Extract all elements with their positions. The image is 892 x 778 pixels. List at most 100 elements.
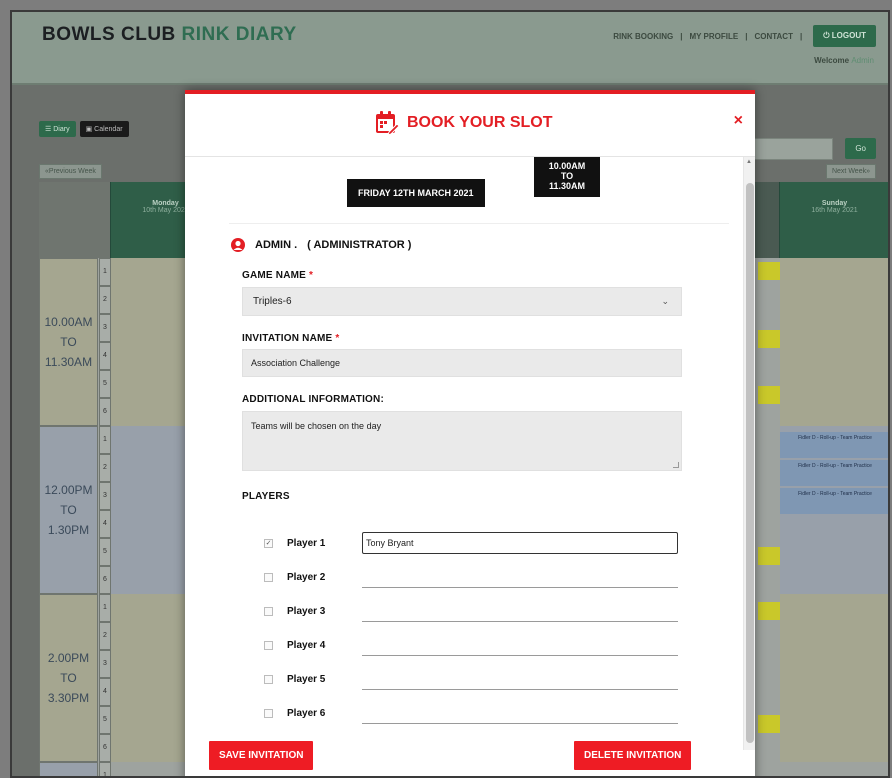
game-name-label-text: GAME NAME <box>242 270 307 281</box>
player-checkbox[interactable] <box>264 606 273 616</box>
scroll-up-icon[interactable]: ▲ <box>746 159 752 165</box>
calendar-view-button[interactable]: ▣ Calendar <box>79 121 129 137</box>
rink-number: 5 <box>99 370 111 398</box>
go-button[interactable]: Go <box>845 138 876 159</box>
player-row: ✓ Player 1 Tony Bryant <box>264 532 678 554</box>
list-icon: ☰ <box>45 126 54 133</box>
nav-contact[interactable]: CONTACT <box>754 32 793 41</box>
rink-number: 6 <box>99 398 111 426</box>
next-week-button[interactable]: Next Week» <box>825 164 876 179</box>
welcome-text: Welcome Admin <box>814 56 874 65</box>
player-label: Player 4 <box>287 639 326 651</box>
next-week-label: Next Week <box>831 168 867 175</box>
resize-handle-icon[interactable] <box>673 462 679 468</box>
player-label: Player 2 <box>287 571 326 583</box>
player-label: Player 6 <box>287 707 326 719</box>
top-nav: RINK BOOKING | MY PROFILE | CONTACT | ⏻ … <box>613 25 876 47</box>
player-checkbox[interactable] <box>264 674 273 684</box>
logout-label: LOGOUT <box>831 31 866 40</box>
rink-number: 4 <box>99 678 111 706</box>
close-icon[interactable]: × <box>734 112 743 130</box>
calendar-label: Calendar <box>94 126 123 133</box>
book-slot-modal: BOOK YOUR SLOT × ▲ 10.00AM TO 11.30AM FR… <box>185 90 755 776</box>
invitation-name-input[interactable]: Association Challenge <box>242 349 682 377</box>
welcome-prefix: Welcome <box>814 56 850 65</box>
date-badge: FRIDAY 12TH MARCH 2021 <box>347 179 485 207</box>
rink-number: 1 <box>99 762 111 776</box>
slot-start: 2.00PM <box>47 651 90 665</box>
nav-my-profile[interactable]: MY PROFILE <box>689 32 738 41</box>
logout-icon: ⏻ <box>823 31 832 40</box>
modal-title: BOOK YOUR SLOT <box>375 110 553 136</box>
booking-marker[interactable] <box>758 602 780 620</box>
player-input[interactable] <box>362 668 678 690</box>
logout-button[interactable]: ⏻ LOGOUT <box>813 25 876 47</box>
rink-number: 4 <box>99 510 111 538</box>
time-slot-4 <box>39 762 98 776</box>
player-checkbox[interactable] <box>264 572 273 582</box>
game-name-select[interactable]: Triples-6 ⌄ <box>242 287 682 316</box>
time-slot-1: 10.00AM TO 11.30AM <box>39 258 98 426</box>
player-input[interactable] <box>362 634 678 656</box>
site-logo[interactable]: BOWLS CLUB RINK DIARY <box>42 24 297 46</box>
rink-number: 3 <box>99 650 111 678</box>
rink-number: 6 <box>99 566 111 594</box>
booking-marker[interactable] <box>758 547 780 565</box>
rink-number: 2 <box>99 454 111 482</box>
player-checkbox[interactable] <box>264 708 273 718</box>
practice-booking[interactable]: Fidler D - Roll-up - Team Practice <box>780 460 888 486</box>
save-invitation-button[interactable]: SAVE INVITATION <box>209 741 314 770</box>
slot-end: 1.30PM <box>47 523 90 537</box>
player-input[interactable]: Tony Bryant <box>362 532 678 554</box>
slot-to: TO <box>60 671 77 685</box>
slot-end: 11.30AM <box>44 355 93 369</box>
previous-week-button[interactable]: «Previous Week <box>39 164 102 179</box>
player-row: Player 3 <box>264 601 678 622</box>
player-input[interactable] <box>362 600 678 622</box>
player-label: Player 3 <box>287 605 326 617</box>
player-label: Player 1 <box>287 537 326 549</box>
user-role: ( ADMINISTRATOR ) <box>307 239 412 251</box>
booking-marker[interactable] <box>758 715 780 733</box>
brand-main: BOWLS CLUB <box>42 24 176 45</box>
user-name: ADMIN . <box>255 239 298 251</box>
additional-info-value: Teams will be chosen on the day <box>251 421 382 431</box>
invitation-name-label-text: INVITATION NAME <box>242 333 333 344</box>
practice-booking[interactable]: Fidler D - Roll-up - Team Practice <box>780 432 888 458</box>
column-header-sunday: Sunday 16th May 2021 <box>780 182 888 258</box>
player-checkbox[interactable] <box>264 640 273 650</box>
players-label: PLAYERS <box>242 491 290 502</box>
booking-marker[interactable] <box>758 386 780 404</box>
player-checkbox[interactable]: ✓ <box>264 538 273 548</box>
player-row: Player 4 <box>264 635 678 656</box>
site-header: BOWLS CLUB RINK DIARY RINK BOOKING | MY … <box>12 12 888 85</box>
sunday-slot-cells[interactable] <box>780 594 888 762</box>
user-icon <box>231 238 245 252</box>
player-row: Player 2 <box>264 567 678 588</box>
rink-number: 4 <box>99 342 111 370</box>
sunday-slot-cells[interactable] <box>780 258 888 426</box>
diary-view-button[interactable]: ☰ Diary <box>39 121 76 137</box>
booking-marker[interactable] <box>758 330 780 348</box>
additional-info-textarea[interactable]: Teams will be chosen on the day <box>242 411 682 471</box>
player-input[interactable] <box>362 566 678 588</box>
player-input[interactable] <box>362 702 678 724</box>
rink-number: 3 <box>99 482 111 510</box>
modal-scrollbar[interactable]: ▲ <box>743 157 755 750</box>
modal-header: BOOK YOUR SLOT × <box>185 94 755 157</box>
rink-number: 2 <box>99 286 111 314</box>
modal-title-text: BOOK YOUR SLOT <box>407 114 553 131</box>
player-row: Player 5 <box>264 669 678 690</box>
divider <box>229 223 729 224</box>
delete-invitation-button[interactable]: DELETE INVITATION <box>574 741 692 770</box>
scroll-thumb[interactable] <box>746 183 754 743</box>
booking-marker[interactable] <box>758 262 780 280</box>
nav-rink-booking[interactable]: RINK BOOKING <box>613 32 673 41</box>
rink-number: 1 <box>99 258 111 286</box>
time-badge: 10.00AM TO 11.30AM <box>534 157 600 197</box>
rink-number: 1 <box>99 594 111 622</box>
rink-number: 1 <box>99 426 111 454</box>
slot-to: TO <box>60 503 77 517</box>
practice-booking[interactable]: Fidler D - Roll-up - Team Practice <box>780 488 888 514</box>
invitation-name-label: INVITATION NAME * <box>242 333 339 344</box>
